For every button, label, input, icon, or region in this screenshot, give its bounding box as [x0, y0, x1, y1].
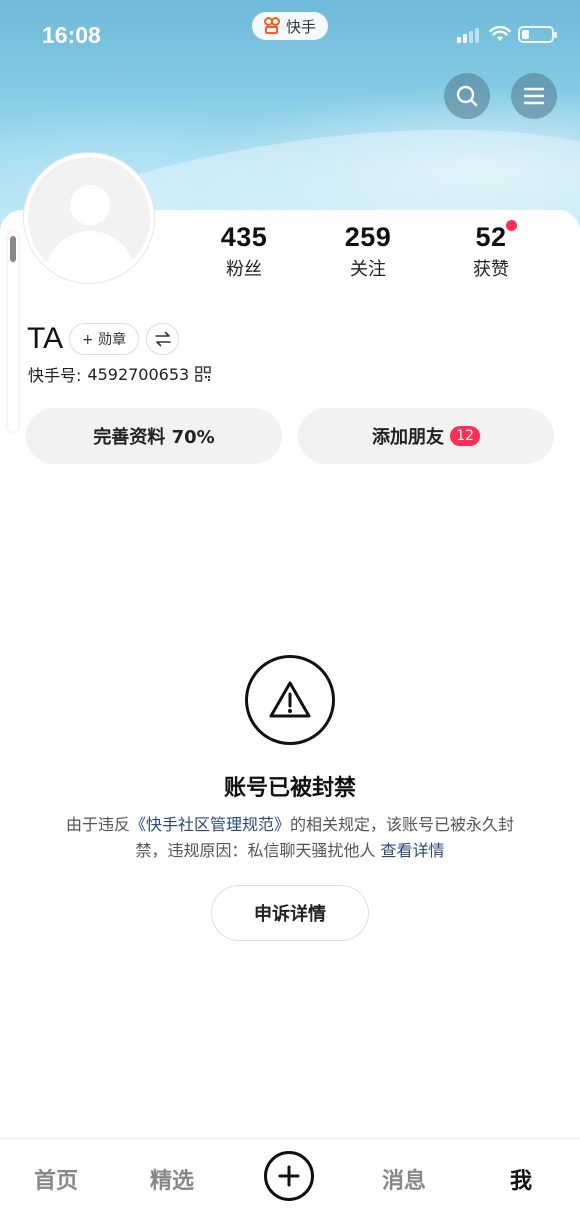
kuaishou-id-label: 快手号:	[28, 366, 82, 385]
search-icon	[456, 85, 478, 107]
kuaishou-logo-icon	[263, 17, 282, 35]
ban-description: 由于违反《快手社区管理规范》的相关规定，该账号已被永久封禁，违规原因：私信聊天骚…	[60, 812, 520, 864]
complete-profile-label: 完善资料 70%	[93, 427, 215, 448]
appeal-details-button[interactable]: 申诉详情	[211, 885, 369, 941]
view-details-link[interactable]: 查看详情	[381, 841, 445, 860]
qr-code-icon[interactable]	[195, 366, 211, 382]
status-time: 16:08	[42, 22, 101, 48]
appeal-details-label: 申诉详情	[254, 904, 326, 925]
likes-label: 获赞	[473, 259, 509, 280]
following-count: 259	[344, 222, 392, 252]
plus-icon	[278, 1165, 300, 1187]
add-friends-count-badge: 12	[450, 426, 480, 446]
app-indicator-pill[interactable]: 快手	[252, 12, 328, 40]
tab-messages[interactable]: 消息	[382, 1163, 426, 1195]
fans-count: 435	[220, 222, 268, 252]
following-label: 关注	[350, 259, 386, 280]
kuaishou-id-row: 快手号: 4592700653	[28, 362, 211, 386]
complete-profile-button[interactable]: 完善资料 70%	[26, 408, 282, 464]
cellular-signal-icon	[457, 28, 479, 43]
scrollbar[interactable]	[8, 232, 18, 432]
community-rules-link[interactable]: 《快手社区管理规范》	[130, 815, 290, 834]
avatar-placeholder-body	[45, 231, 135, 279]
create-post-button[interactable]	[264, 1151, 314, 1201]
warning-icon	[245, 655, 335, 745]
stat-following[interactable]: 259 关注	[323, 222, 413, 281]
switch-account-button[interactable]	[146, 323, 179, 355]
wifi-icon	[489, 25, 511, 41]
kuaishou-id-value: 4592700653	[87, 364, 190, 384]
fans-label: 粉丝	[226, 259, 262, 280]
tab-me[interactable]: 我	[510, 1163, 532, 1195]
ban-desc-prefix: 由于违反	[65, 815, 130, 834]
add-badge-label: + 勋章	[81, 332, 127, 348]
likes-notification-dot	[506, 220, 517, 231]
tab-featured[interactable]: 精选	[150, 1163, 194, 1195]
menu-icon	[523, 87, 545, 105]
swap-arrows-icon	[154, 331, 171, 347]
likes-count: 52	[475, 222, 507, 252]
avatar[interactable]	[24, 153, 154, 283]
search-button[interactable]	[444, 73, 490, 119]
add-friends-button[interactable]: 添加朋友 12	[298, 408, 554, 464]
add-friends-label: 添加朋友	[372, 427, 444, 448]
battery-icon	[518, 26, 557, 43]
ban-title: 账号已被封禁	[223, 776, 356, 801]
avatar-placeholder-head	[70, 185, 110, 225]
status-bar: 16:08 快手	[0, 0, 580, 70]
menu-button[interactable]	[511, 73, 557, 119]
stat-likes[interactable]: 52 获赞	[446, 222, 536, 281]
bottom-tab-bar: 首页 精选 消息 我	[0, 1138, 580, 1225]
tab-home[interactable]: 首页	[34, 1163, 78, 1195]
app-indicator-label: 快手	[285, 17, 316, 36]
scrollbar-thumb[interactable]	[10, 236, 16, 262]
stat-fans[interactable]: 435 粉丝	[199, 222, 289, 281]
add-badge-button[interactable]: + 勋章	[69, 323, 139, 355]
username: TA	[27, 322, 64, 355]
